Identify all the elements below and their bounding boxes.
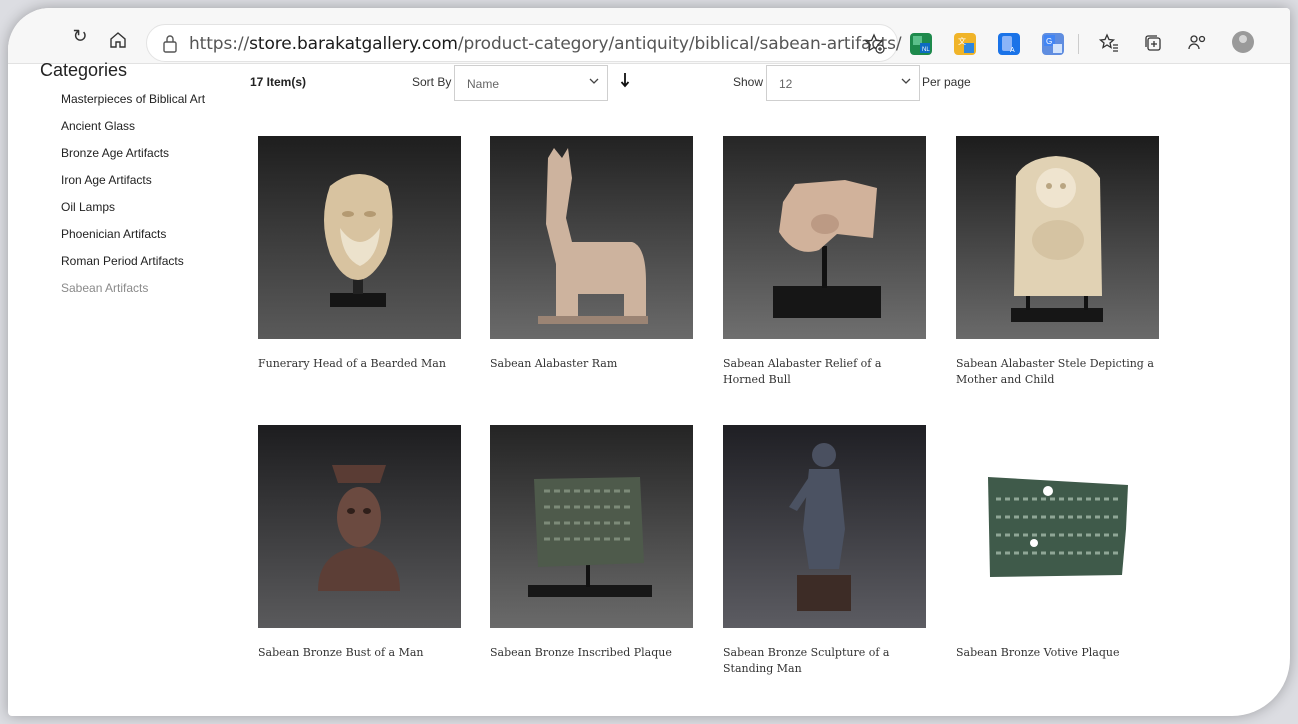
collections-icon[interactable] — [1140, 30, 1166, 56]
user-avatar[interactable] — [1232, 31, 1254, 53]
product-card[interactable]: Sabean Bronze Bust of a Man — [258, 425, 461, 661]
favorites-icon[interactable] — [1096, 30, 1122, 56]
product-card[interactable]: Sabean Bronze Sculpture of a Standing Ma… — [723, 425, 926, 677]
category-item[interactable]: Masterpieces of Biblical Art — [61, 92, 205, 119]
translate-extension-icon[interactable]: NL — [910, 33, 932, 55]
svg-text:文: 文 — [958, 36, 966, 46]
favorite-add-icon[interactable] — [864, 33, 886, 55]
product-title[interactable]: Sabean Alabaster Relief of a Horned Bull — [723, 356, 926, 388]
sort-select-value: Name — [467, 77, 500, 91]
item-count: 17 Item(s) — [250, 75, 307, 89]
category-item-active[interactable]: Sabean Artifacts — [61, 281, 205, 308]
svg-text:A: A — [1010, 47, 1015, 54]
category-list: Masterpieces of Biblical Art Ancient Gla… — [61, 92, 205, 308]
google-translate-icon[interactable]: G — [1042, 33, 1064, 55]
dictionary-extension-icon[interactable]: A — [998, 33, 1020, 55]
per-page-select-value: 12 — [779, 77, 793, 91]
categories-heading: Categories — [40, 60, 128, 80]
refresh-icon[interactable]: ↻ — [66, 22, 94, 50]
chevron-down-icon — [901, 78, 911, 84]
product-image[interactable] — [490, 425, 693, 628]
category-item[interactable]: Bronze Age Artifacts — [61, 146, 205, 173]
per-page-label: Per page — [922, 75, 971, 89]
product-card[interactable]: Sabean Bronze Votive Plaque — [956, 425, 1159, 661]
product-title[interactable]: Funerary Head of a Bearded Man — [258, 356, 461, 372]
product-image[interactable] — [956, 425, 1159, 628]
product-image[interactable] — [723, 425, 926, 628]
svg-text:NL: NL — [922, 47, 930, 53]
show-label: Show — [733, 75, 764, 89]
product-image[interactable] — [723, 136, 926, 339]
category-item[interactable]: Ancient Glass — [61, 119, 205, 146]
category-item[interactable]: Roman Period Artifacts — [61, 254, 205, 281]
product-title[interactable]: Sabean Bronze Votive Plaque — [956, 645, 1159, 661]
product-card[interactable]: Sabean Bronze Inscribed Plaque — [490, 425, 693, 661]
lock-icon[interactable] — [161, 34, 179, 54]
sort-by-label: Sort By — [412, 75, 452, 89]
url-text: https://store.barakatgallery.com/product… — [189, 34, 902, 54]
product-title[interactable]: Sabean Bronze Inscribed Plaque — [490, 645, 693, 661]
browser-toolbar: ↻ https://store.barakatgallery.com/produ… — [8, 8, 1290, 64]
product-card[interactable]: Sabean Alabaster Ram — [490, 136, 693, 372]
product-image[interactable] — [258, 425, 461, 628]
chevron-down-icon — [589, 78, 599, 84]
sort-select[interactable]: Name — [454, 65, 608, 101]
product-image[interactable] — [490, 136, 693, 339]
product-title[interactable]: Sabean Bronze Bust of a Man — [258, 645, 461, 661]
product-card[interactable]: Funerary Head of a Bearded Man — [258, 136, 461, 372]
svg-text:G: G — [1046, 37, 1052, 46]
sort-direction-icon[interactable] — [620, 72, 630, 93]
product-title[interactable]: Sabean Alabaster Ram — [490, 356, 693, 372]
language-extension-icon[interactable]: 文 — [954, 33, 976, 55]
product-image[interactable] — [258, 136, 461, 339]
product-card[interactable]: Sabean Alabaster Stele Depicting a Mothe… — [956, 136, 1159, 388]
product-title[interactable]: Sabean Alabaster Stele Depicting a Mothe… — [956, 356, 1159, 388]
category-item[interactable]: Oil Lamps — [61, 200, 205, 227]
home-icon[interactable] — [104, 26, 132, 54]
category-item[interactable]: Phoenician Artifacts — [61, 227, 205, 254]
product-card[interactable]: Sabean Alabaster Relief of a Horned Bull — [723, 136, 926, 388]
profile-sync-icon[interactable] — [1184, 30, 1210, 56]
per-page-select[interactable]: 12 — [766, 65, 920, 101]
product-title[interactable]: Sabean Bronze Sculpture of a Standing Ma… — [723, 645, 926, 677]
product-image[interactable] — [956, 136, 1159, 339]
browser-window: ↻ https://store.barakatgallery.com/produ… — [8, 8, 1290, 716]
address-bar[interactable]: https://store.barakatgallery.com/product… — [146, 24, 902, 62]
category-item[interactable]: Iron Age Artifacts — [61, 173, 205, 200]
toolbar-separator — [1078, 34, 1079, 54]
